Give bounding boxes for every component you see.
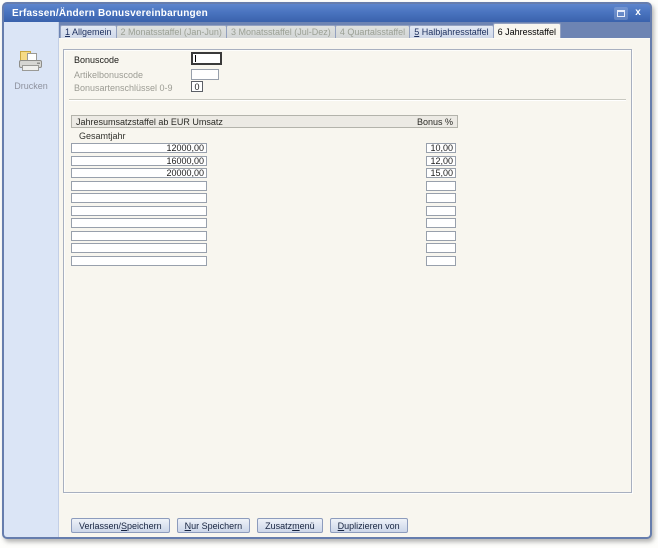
- staffel-rows: [64, 143, 631, 268]
- gesamtjahr-label: Gesamtjahr: [79, 131, 126, 141]
- print-button[interactable]: Drucken: [14, 50, 48, 91]
- section-separator: [69, 99, 626, 101]
- amount-input[interactable]: [71, 181, 207, 191]
- printer-icon: [17, 50, 44, 74]
- bonus-input[interactable]: [426, 256, 456, 266]
- staffel-row: [64, 231, 631, 241]
- amount-input[interactable]: [71, 193, 207, 203]
- amount-input[interactable]: [71, 256, 207, 266]
- bonusartenschluessel-label: Bonusartenschlüssel 0-9: [74, 83, 173, 93]
- main-area: 1 Allgemein 2 Monatsstaffel (Jan-Jun) 3 …: [59, 22, 650, 537]
- window-title: Erfassen/Ändern Bonusvereinbarungen: [12, 8, 611, 19]
- staffel-row: [64, 218, 631, 228]
- amount-input[interactable]: [71, 243, 207, 253]
- staffel-row: [64, 243, 631, 253]
- tab-jahresstaffel[interactable]: 6 Jahresstaffel: [493, 23, 561, 38]
- print-label: Drucken: [14, 81, 48, 91]
- tab-monatsstaffel-jan-jun: 2 Monatsstaffel (Jan-Jun): [116, 25, 227, 38]
- staffel-row: [64, 256, 631, 266]
- artikelbonuscode-input[interactable]: [191, 69, 219, 80]
- staffel-header-bar: Jahresumsatzstaffel ab EUR Umsatz Bonus …: [71, 115, 458, 128]
- bonus-input[interactable]: [426, 218, 456, 228]
- bonus-input[interactable]: [426, 181, 456, 191]
- tab-allgemein[interactable]: 1 Allgemein: [60, 25, 117, 38]
- duplizieren-von-button[interactable]: Duplizieren von: [330, 518, 408, 533]
- bonus-input[interactable]: [426, 206, 456, 216]
- staffel-row: [64, 206, 631, 216]
- bonus-input[interactable]: [426, 156, 456, 166]
- tab-quartalsstaffel: 4 Quartalsstaffel: [335, 25, 410, 38]
- bonus-input[interactable]: [426, 243, 456, 253]
- bonus-input[interactable]: [426, 168, 456, 178]
- tab-monatsstaffel-jul-dez: 3 Monatsstaffel (Jul-Dez): [226, 25, 336, 38]
- text-caret: [195, 55, 196, 62]
- bonus-input[interactable]: [426, 193, 456, 203]
- staffel-header-left-label: Jahresumsatzstaffel ab EUR Umsatz: [76, 117, 223, 127]
- restore-button[interactable]: [614, 7, 628, 20]
- staffel-row: [64, 143, 631, 153]
- tab-page-jahresstaffel: Bonuscode Artikelbonuscode Bonusartensch…: [59, 38, 650, 537]
- staffel-header-right-label: Bonus %: [417, 117, 453, 127]
- dialog-window: Erfassen/Ändern Bonusvereinbarungen x Dr…: [2, 2, 652, 539]
- bonuscode-label: Bonuscode: [74, 55, 119, 65]
- amount-input[interactable]: [71, 206, 207, 216]
- amount-input[interactable]: [71, 168, 207, 178]
- restore-icon: [617, 10, 625, 17]
- tab-strip: 1 Allgemein 2 Monatsstaffel (Jan-Jun) 3 …: [59, 22, 650, 38]
- amount-input[interactable]: [71, 231, 207, 241]
- title-bar: Erfassen/Ändern Bonusvereinbarungen x: [4, 4, 650, 22]
- amount-input[interactable]: [71, 143, 207, 153]
- zusatzmenu-button[interactable]: Zusatzmenü: [257, 518, 323, 533]
- artikelbonuscode-label: Artikelbonuscode: [74, 70, 143, 80]
- close-icon: x: [635, 8, 641, 18]
- amount-input[interactable]: [71, 156, 207, 166]
- bonus-input[interactable]: [426, 231, 456, 241]
- bottom-button-row: Verlassen/Speichern Nur Speichern Zusatz…: [71, 518, 408, 533]
- staffel-row: [64, 193, 631, 203]
- bonusartenschluessel-input[interactable]: [191, 81, 203, 92]
- close-button[interactable]: x: [631, 7, 645, 20]
- sidebar: Drucken: [4, 22, 59, 537]
- tab-halbjahresstaffel[interactable]: 5 Halbjahresstaffel: [409, 25, 493, 38]
- staffel-row: [64, 168, 631, 178]
- verlassen-speichern-button[interactable]: Verlassen/Speichern: [71, 518, 170, 533]
- staffel-row: [64, 156, 631, 166]
- amount-input[interactable]: [71, 218, 207, 228]
- nur-speichern-button[interactable]: Nur Speichern: [177, 518, 251, 533]
- staffel-row: [64, 181, 631, 191]
- bonus-input[interactable]: [426, 143, 456, 153]
- form-panel: Bonuscode Artikelbonuscode Bonusartensch…: [63, 49, 632, 493]
